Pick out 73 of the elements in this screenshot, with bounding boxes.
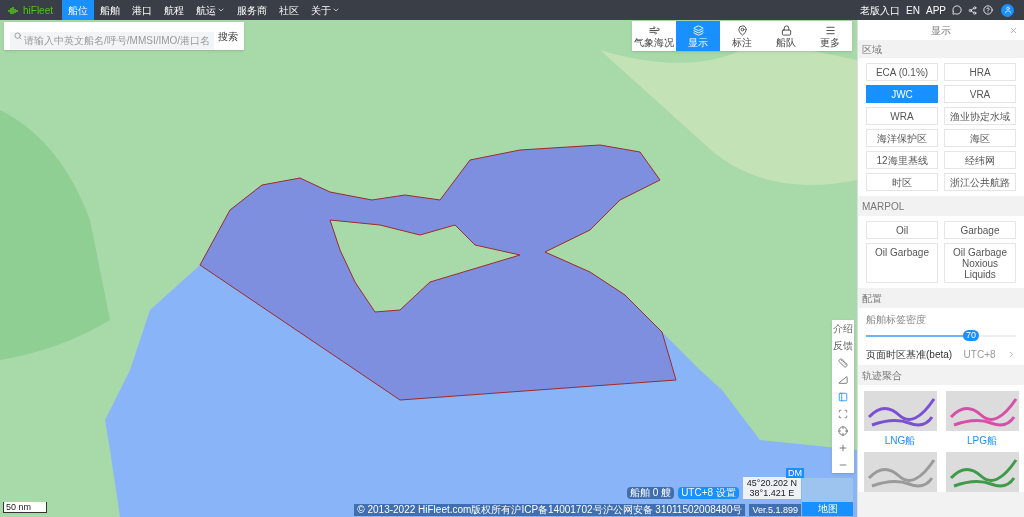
search-field[interactable]: 请输入中英文船名/呼号/MMSI/IMO/港口名 (10, 31, 214, 50)
chat-icon[interactable] (952, 5, 962, 15)
section-heading: MARPOL (861, 199, 906, 214)
version-text: Ver.5.1.899 (749, 504, 801, 516)
header-link[interactable]: APP (926, 2, 946, 18)
section-heading: 区域 (861, 42, 883, 57)
timezone-value: UTC+8 (963, 347, 996, 362)
option-button[interactable]: 经纬网 (944, 151, 1016, 169)
lock-icon (780, 24, 792, 36)
logo-icon (8, 5, 19, 15)
map-control-link[interactable]: 反馈 (833, 337, 853, 354)
route-map-thumbnail[interactable] (945, 391, 1019, 431)
search-button[interactable]: 搜索 (218, 28, 238, 44)
option-button[interactable]: 海洋保护区 (866, 129, 938, 147)
caret-icon (332, 6, 340, 14)
option-button[interactable]: Oil Garbage (866, 243, 938, 283)
close-icon[interactable] (1009, 25, 1018, 35)
latitude-text: 45°20.202 N (746, 478, 797, 488)
logo-text: hiFleet (23, 3, 53, 18)
copyright-text: © 2013-2022 HiFleet.com版权所有沪ICP备14001702号沪公网安备 31011502008480号 (354, 504, 746, 516)
nav-tab[interactable]: 服务商 (231, 0, 273, 20)
menu-icon (824, 24, 836, 36)
longitude-text: 38°1.421 E (749, 488, 795, 498)
map-control-link[interactable]: 介绍 (833, 320, 853, 337)
nav-tab[interactable]: 港口 (126, 0, 158, 20)
route-map-thumbnail[interactable] (863, 391, 937, 431)
header-link[interactable]: 老版入口 (860, 2, 901, 18)
option-button[interactable]: 浙江公共航路 (944, 173, 1016, 191)
frame-corners-icon (838, 408, 848, 419)
toolbar-tab[interactable]: 标注 (720, 21, 764, 51)
option-button[interactable]: WRA (866, 107, 938, 125)
ship-count: 船舶 0 艘 (627, 487, 675, 499)
toolbar-tab[interactable]: 更多 (808, 21, 852, 51)
help-icon[interactable] (983, 5, 993, 15)
crosshair-icon (838, 425, 848, 436)
section-heading: 轨迹聚合 (861, 368, 903, 383)
pin-icon (736, 24, 748, 36)
search-icon (14, 32, 22, 40)
minimap-thumbnail (802, 478, 853, 502)
option-button[interactable]: 海区 (944, 129, 1016, 147)
route-map-thumbnail[interactable] (863, 452, 937, 492)
option-button[interactable]: Oil (866, 221, 938, 239)
option-button[interactable]: 12海里基线 (866, 151, 938, 169)
option-button[interactable]: Garbage (944, 221, 1016, 239)
plus-icon (838, 442, 848, 453)
nav-tab[interactable]: 船舶 (94, 0, 126, 20)
nav-tab[interactable]: 航运 (190, 0, 231, 20)
panel-title: 显示 (931, 23, 951, 38)
nav-tab[interactable]: 关于 (305, 0, 346, 20)
option-button[interactable]: VRA (944, 85, 1016, 103)
slider-label: 船舶标签密度 (866, 313, 927, 327)
option-button[interactable]: 渔业协定水域 (944, 107, 1016, 125)
toolbar-tab[interactable]: 船队 (764, 21, 808, 51)
route-map-thumbnail[interactable] (945, 452, 1019, 492)
timezone-setting[interactable]: 页面时区基准(beta) UTC+8 (866, 345, 1016, 363)
wind-icon (648, 24, 660, 36)
option-button[interactable]: 时区 (866, 173, 938, 191)
ruler-icon (838, 357, 848, 368)
avatar-icon[interactable] (1001, 3, 1014, 17)
option-button[interactable]: HRA (944, 63, 1016, 81)
nav-tab[interactable]: 航程 (158, 0, 190, 20)
option-button[interactable]: Oil Garbage Noxious Liquids (944, 243, 1016, 283)
panel-icon (838, 391, 848, 402)
chevron-icon (1007, 349, 1016, 359)
layers-icon (692, 24, 704, 36)
header-link[interactable]: EN (906, 2, 920, 18)
caret-icon (217, 6, 225, 14)
scale-bar: 50 nm (3, 502, 47, 513)
option-button[interactable]: ECA (0.1%) (866, 63, 938, 81)
nav-tab[interactable]: 社区 (273, 0, 305, 20)
section-heading: 配置 (861, 291, 883, 306)
toolbar-tab[interactable]: 气象海况 (632, 21, 676, 51)
share-icon[interactable] (968, 5, 977, 15)
